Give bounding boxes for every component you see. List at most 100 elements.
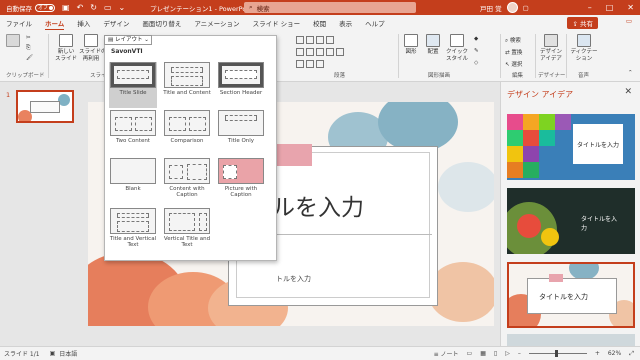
tab-help[interactable]: ヘルプ: [365, 18, 385, 28]
comments-icon[interactable]: ▭: [626, 17, 632, 25]
layout-gallery-header: SavonVTI: [111, 48, 143, 55]
maximize-icon[interactable]: □: [606, 3, 614, 12]
avatar[interactable]: [506, 2, 518, 13]
layout-option-two-content[interactable]: Two Content: [109, 110, 157, 156]
layout-option-title-vertical-text[interactable]: Title and Vertical Text: [109, 208, 157, 254]
design-pane-title: デザイン アイデア: [507, 90, 574, 99]
collapse-ribbon-icon[interactable]: ⌃: [628, 70, 633, 76]
ribbon-display-icon[interactable]: ▢: [523, 4, 529, 12]
zoom-out-icon[interactable]: –: [518, 350, 521, 357]
title-placeholder[interactable]: ルを入力: [272, 188, 364, 222]
close-icon[interactable]: ✕: [627, 3, 634, 12]
layout-option-blank[interactable]: Blank: [109, 158, 157, 204]
layout-option-comparison[interactable]: Comparison: [163, 110, 211, 156]
reuse-slides-button[interactable]: スライドの 再利用: [79, 34, 107, 63]
cut-icon[interactable]: ✂: [26, 35, 31, 41]
new-slide-button[interactable]: 新しい スライド: [54, 34, 78, 63]
reading-view-icon[interactable]: ▯: [494, 350, 497, 357]
layout-preview: [110, 208, 156, 234]
slide-thumbnail[interactable]: [16, 90, 74, 123]
dictate-button[interactable]: ディクテー ション: [570, 34, 598, 63]
tab-animations[interactable]: アニメーション: [194, 18, 239, 28]
tab-file[interactable]: ファイル: [6, 18, 32, 28]
zoom-slider[interactable]: [528, 350, 587, 357]
paste-icon: [6, 34, 20, 47]
document-title: プレゼンテーション1 - PowerPo...: [150, 4, 253, 13]
shapes-button[interactable]: 図形: [402, 34, 420, 56]
tab-slideshow[interactable]: スライド ショー: [253, 18, 301, 28]
layout-preview-placeholder: [169, 213, 195, 231]
tab-review[interactable]: 校閲: [313, 18, 326, 28]
tab-view[interactable]: 表示: [339, 18, 352, 28]
zoom-in-icon[interactable]: +: [595, 350, 600, 357]
food-image: [517, 214, 541, 238]
drawing-group-label: 図形描画: [428, 73, 451, 79]
undo-icon[interactable]: ↶: [77, 3, 84, 12]
notes-button[interactable]: ≡ ノート: [434, 349, 459, 358]
customize-qat-icon[interactable]: ⌄: [119, 3, 126, 12]
tab-insert[interactable]: 挿入: [77, 18, 90, 28]
design-idea-card-partial[interactable]: [507, 334, 635, 346]
slide-number: 1: [6, 91, 11, 99]
layout-preview-placeholder: [117, 221, 149, 232]
layout-preview-placeholder: [225, 70, 257, 79]
food-image: [541, 228, 559, 246]
design-ideas-pane: デザイン アイデア ✕ タイトルを入力 タイトルを入 力 タイトルを入力: [500, 82, 640, 346]
search-label: 検索: [256, 4, 270, 13]
text-direction-icon[interactable]: [296, 60, 326, 68]
layout-option-picture-caption[interactable]: Picture with Caption: [217, 158, 265, 204]
decoration-block: [507, 162, 523, 178]
shape-outline-icon[interactable]: ✎: [474, 48, 479, 54]
paste-button[interactable]: [6, 34, 20, 49]
select-button[interactable]: ↖ 選択: [505, 60, 522, 68]
layout-option-title-slide[interactable]: Title Slide: [109, 62, 157, 108]
spellcheck-icon[interactable]: ▣: [50, 350, 56, 357]
search-input[interactable]: ⌕ 検索: [244, 2, 416, 13]
layout-option-content-caption[interactable]: Content with Caption: [163, 158, 211, 204]
slideshow-view-icon[interactable]: ▷: [505, 350, 510, 357]
layout-option-vertical-title-text[interactable]: Vertical Title and Text: [163, 208, 211, 254]
replace-button[interactable]: ⇄ 置換: [505, 48, 522, 56]
design-idea-card[interactable]: タイトルを入力: [507, 114, 635, 180]
tab-design[interactable]: デザイン: [103, 18, 129, 28]
layout-option-section-header[interactable]: Section Header: [217, 62, 265, 108]
shape-effects-icon[interactable]: ◇: [474, 60, 478, 66]
new-slide-label: 新しい スライド: [54, 49, 77, 62]
layout-preview: [110, 110, 156, 136]
copy-icon[interactable]: ⎘: [26, 45, 30, 52]
language-indicator[interactable]: 日本語: [59, 349, 77, 358]
save-icon[interactable]: ▣: [62, 3, 70, 12]
layout-preview-placeholder: [187, 164, 207, 180]
layout-dropdown-button[interactable]: ▤ レイアウト ⌄: [104, 35, 152, 45]
layout-preview-placeholder: [171, 67, 203, 73]
minimize-icon[interactable]: –: [588, 3, 592, 12]
design-idea-card[interactable]: タイトルを入 力: [507, 188, 635, 254]
shape-fill-icon[interactable]: ◆: [474, 36, 478, 42]
present-icon[interactable]: ▭: [104, 3, 112, 12]
redo-icon[interactable]: ↻: [90, 3, 97, 12]
subtitle-placeholder[interactable]: トルを入力: [276, 274, 311, 284]
close-icon[interactable]: ✕: [624, 87, 632, 97]
share-button[interactable]: ⇪ 共有: [567, 17, 598, 29]
format-painter-icon[interactable]: 🖌: [26, 55, 33, 61]
layout-option-title-content[interactable]: Title and Content: [163, 62, 211, 108]
arrange-button[interactable]: 配置: [424, 34, 442, 56]
design-ideas-button[interactable]: デザイン アイデア: [539, 34, 563, 63]
zoom-level[interactable]: 62%: [608, 350, 621, 357]
normal-view-icon[interactable]: ▭: [467, 350, 473, 357]
quick-styles-button[interactable]: クイック スタイル: [446, 34, 468, 63]
slide-sorter-icon[interactable]: ▦: [480, 350, 486, 357]
user-account[interactable]: 戸田 覚 ▢: [480, 2, 529, 13]
tab-home[interactable]: ホーム: [45, 18, 65, 31]
bullets-icon[interactable]: [296, 36, 336, 44]
layout-option-title-only[interactable]: Title Only: [217, 110, 265, 156]
align-icon[interactable]: [296, 48, 346, 56]
fit-to-window-icon[interactable]: ⤢: [629, 350, 634, 358]
layout-preview: [218, 158, 264, 184]
design-idea-card-selected[interactable]: タイトルを入力: [507, 262, 635, 328]
decoration-block: [507, 146, 523, 162]
autosave-toggle[interactable]: オフ: [35, 3, 55, 12]
tab-transitions[interactable]: 画面切り替え: [142, 18, 181, 28]
find-label: 検索: [509, 38, 521, 44]
find-button[interactable]: ⌕ 検索: [505, 36, 521, 45]
